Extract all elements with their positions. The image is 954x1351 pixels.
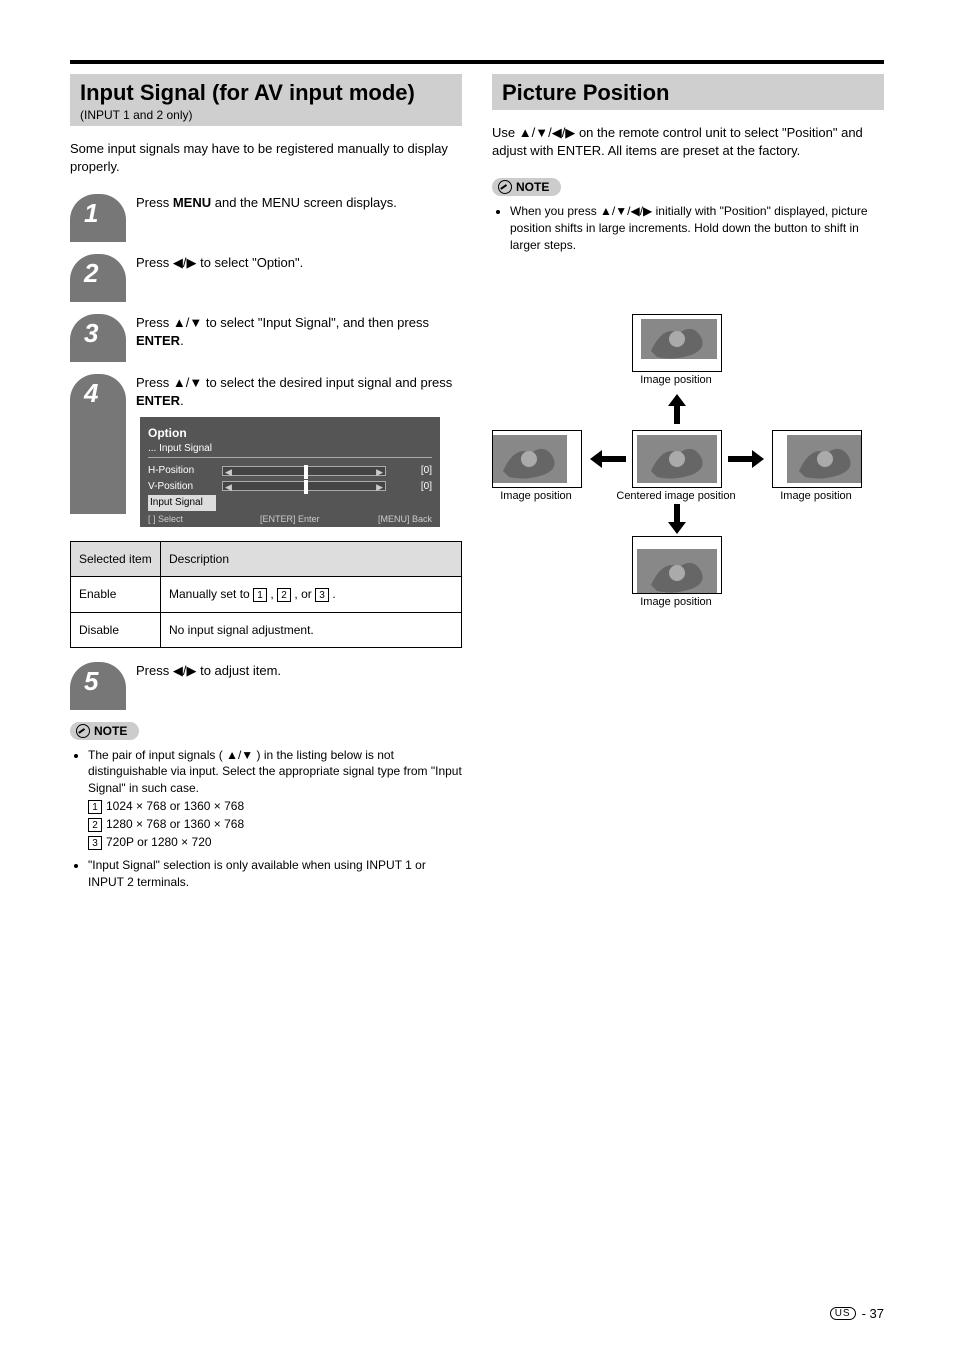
left-section-header: Input Signal (for AV input mode) (INPUT …	[70, 74, 462, 126]
r1c1: Enable	[71, 576, 161, 612]
note-block-right: NOTE When you press ▲/▼/◀/▶ initially wi…	[492, 178, 884, 253]
region-badge: US	[830, 1307, 856, 1320]
step2-text-a: Press	[136, 255, 173, 270]
left-section-title: Input Signal (for AV input mode)	[80, 80, 452, 106]
caption-center: Centered image position	[616, 490, 736, 502]
os-row2-label: V-Position	[148, 480, 216, 494]
arrow-up-icon	[668, 394, 686, 424]
left-intro: Some input signals may have to be regist…	[70, 140, 462, 176]
os-title: Option	[148, 425, 432, 441]
lion-image-icon	[493, 431, 581, 487]
r2c1: Disable	[71, 612, 161, 647]
step-3: 3 Press ▲/▼ to select "Input Signal", an…	[70, 314, 462, 362]
note-line: 3720P or 1280 × 720	[88, 833, 462, 851]
note-line: 11024 × 768 or 1360 × 768	[88, 797, 462, 815]
lion-image-icon	[773, 431, 861, 487]
up-down-icon: ▲/▼	[173, 375, 202, 390]
step4-text-a: Press	[136, 375, 173, 390]
r2c2: No input signal adjustment.	[161, 612, 462, 647]
right-section-title: Picture Position	[502, 80, 874, 106]
note-item: The pair of input signals ( ▲/▼ ) in the…	[88, 747, 462, 797]
note-pill: NOTE	[492, 178, 561, 196]
step-4: 4 Press ▲/▼ to select the desired input …	[70, 374, 462, 526]
up-down-icon: ▲/▼	[226, 748, 253, 762]
step3-text-a: Press	[136, 315, 173, 330]
caption-left: Image position	[486, 490, 586, 502]
dpad-icon: ▲/▼/◀/▶	[519, 125, 576, 140]
dpad-icon: ▲/▼/◀/▶	[600, 204, 652, 218]
pencil-icon	[76, 724, 90, 738]
lion-image-icon	[633, 537, 721, 593]
step2-text-b: to select "Option".	[200, 255, 303, 270]
note-pill: NOTE	[70, 722, 139, 740]
step5-text-b: to adjust item.	[200, 663, 281, 678]
th2: Description	[161, 541, 462, 576]
os-sub: ... Input Signal	[148, 442, 432, 459]
up-down-icon: ▲/▼	[173, 315, 202, 330]
step5-text-a: Press	[136, 663, 173, 678]
r1c2: Manually set to 1 , 2 , or 3 .	[161, 576, 462, 612]
note-item: When you press ▲/▼/◀/▶ initially with "P…	[510, 203, 884, 253]
footer: US - 37	[830, 1306, 884, 1321]
step-2: 2 Press ◀/▶ to select "Option".	[70, 254, 462, 302]
position-diagram: Image position Centered image position	[492, 314, 884, 634]
note-item: "Input Signal" selection is only availab…	[88, 857, 462, 891]
description-table: Selected item Description Enable Manuall…	[70, 541, 462, 648]
step-1: 1 Press MENU and the MENU screen display…	[70, 194, 462, 242]
lion-image-icon	[633, 315, 721, 371]
step1-text-b: and the MENU screen displays.	[211, 195, 397, 210]
note-block-left: NOTE The pair of input signals ( ▲/▼ ) i…	[70, 722, 462, 891]
pencil-icon	[498, 180, 512, 194]
th1: Selected item	[71, 541, 161, 576]
note-line: 21280 × 768 or 1360 × 768	[88, 815, 462, 833]
arrow-left-icon	[590, 450, 626, 468]
lion-image-icon	[633, 431, 721, 487]
caption-right: Image position	[766, 490, 866, 502]
arrow-down-icon	[668, 504, 686, 534]
step1-text-a: Press	[136, 195, 173, 210]
os-row3-label: Input Signal	[148, 495, 216, 511]
option-screen: Option ... Input Signal H-Position ◀▶ [0…	[140, 417, 440, 526]
caption-bottom: Image position	[626, 596, 726, 608]
right-section-header: Picture Position	[492, 74, 884, 110]
right-intro: Use ▲/▼/◀/▶ on the remote control unit t…	[492, 124, 884, 160]
os-row1-label: H-Position	[148, 464, 216, 478]
page-number: - 37	[862, 1306, 884, 1321]
arrow-right-icon	[728, 450, 764, 468]
left-section-sub: (INPUT 1 and 2 only)	[80, 108, 452, 122]
left-right-icon: ◀/▶	[173, 255, 197, 270]
caption-top: Image position	[626, 374, 726, 386]
step-5: 5 Press ◀/▶ to adjust item.	[70, 662, 462, 710]
slider: ◀▶	[222, 466, 386, 476]
left-right-icon: ◀/▶	[173, 663, 197, 678]
slider: ◀▶	[222, 481, 386, 491]
